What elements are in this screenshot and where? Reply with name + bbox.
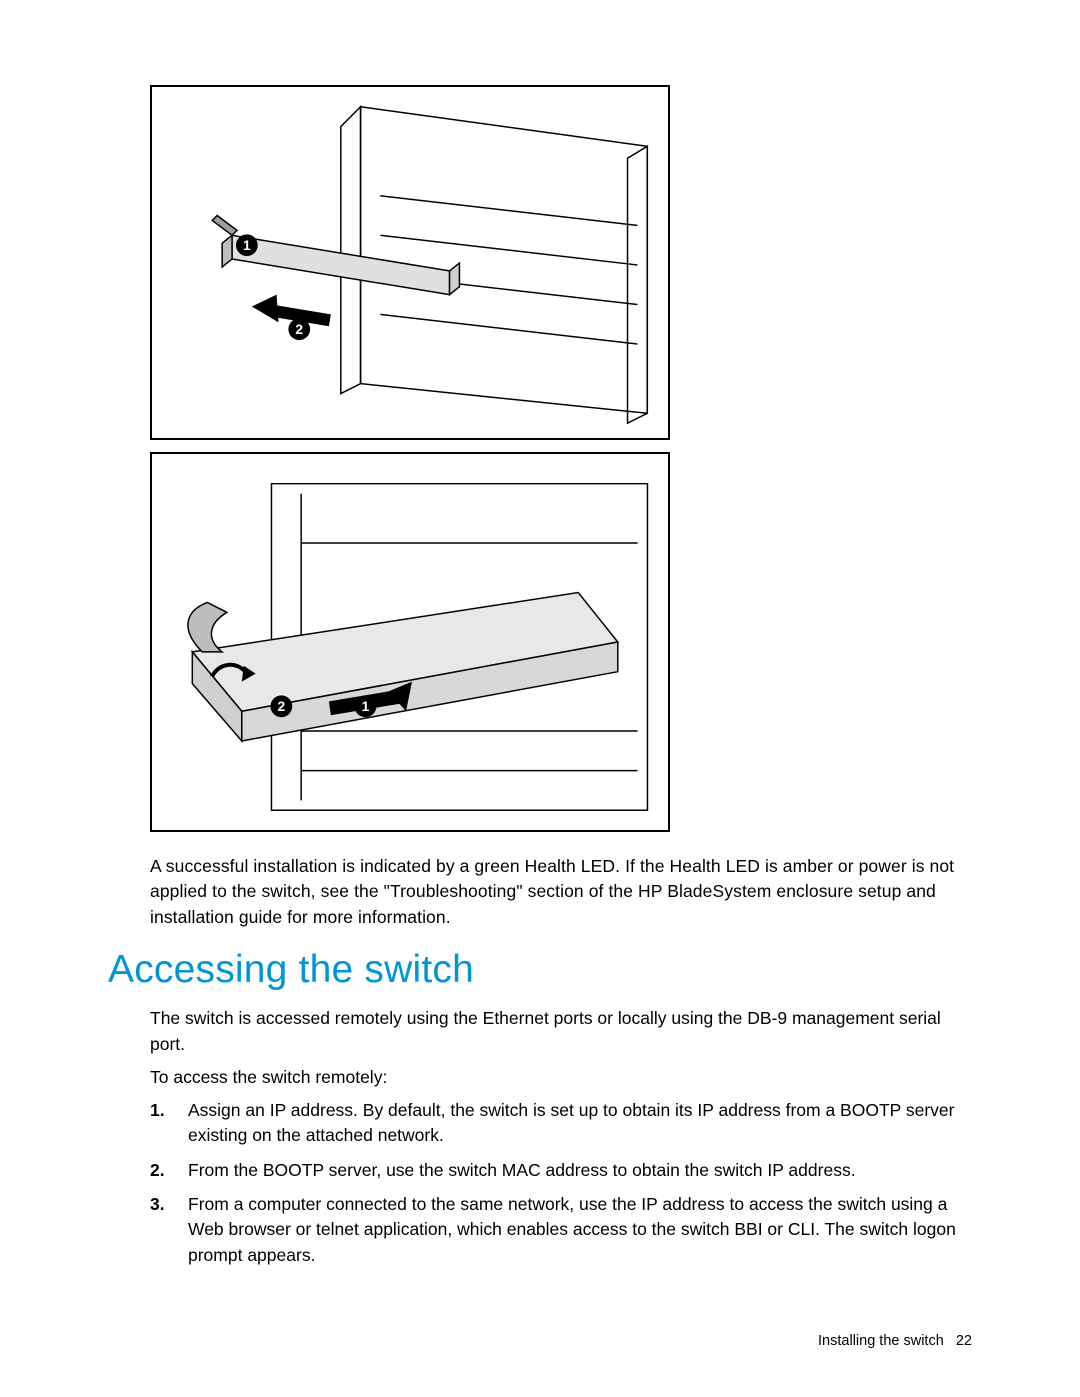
step-text: Assign an IP address. By default, the sw… — [188, 1100, 954, 1145]
svg-text:1: 1 — [243, 237, 251, 253]
step-number: 2. — [150, 1158, 165, 1183]
illustration-top: 1 2 — [152, 87, 668, 438]
figure-bottom-insert-module: 2 1 — [150, 452, 670, 832]
step-number: 1. — [150, 1098, 165, 1123]
step-text: From the BOOTP server, use the switch MA… — [188, 1160, 856, 1180]
footer-section: Installing the switch — [818, 1333, 944, 1349]
figure-top-remove-module: 1 2 — [150, 85, 670, 440]
step-text: From a computer connected to the same ne… — [188, 1194, 956, 1265]
page-footer: Installing the switch 22 — [818, 1333, 972, 1349]
svg-text:2: 2 — [278, 698, 286, 714]
footer-page-number: 22 — [956, 1333, 972, 1349]
heading-accessing-switch: Accessing the switch — [108, 948, 972, 992]
svg-text:1: 1 — [362, 698, 370, 714]
ordered-steps: 1. Assign an IP address. By default, the… — [150, 1098, 972, 1268]
document-page: 1 2 — [0, 0, 1080, 1397]
paragraph-intro: The switch is accessed remotely using th… — [150, 1006, 972, 1057]
step-item: 2. From the BOOTP server, use the switch… — [150, 1158, 972, 1183]
paragraph-installation-result: A successful installation is indicated b… — [150, 854, 972, 930]
step-number: 3. — [150, 1192, 165, 1217]
svg-text:2: 2 — [295, 321, 303, 337]
paragraph-lead-in: To access the switch remotely: — [150, 1067, 972, 1088]
step-item: 3. From a computer connected to the same… — [150, 1192, 972, 1268]
illustration-bottom: 2 1 — [152, 454, 668, 830]
step-item: 1. Assign an IP address. By default, the… — [150, 1098, 972, 1149]
